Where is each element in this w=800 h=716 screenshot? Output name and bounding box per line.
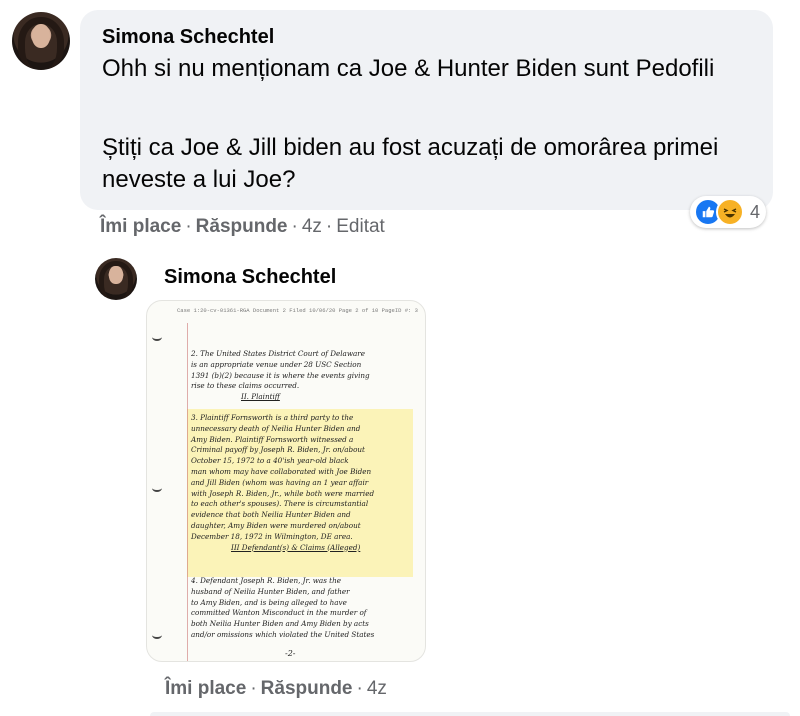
comment-paragraph-2: Știți ca Joe & Jill biden au fost acuzaț… [102,134,719,193]
reply-avatar[interactable] [95,258,137,300]
comment-timestamp[interactable]: 4z [302,216,322,237]
section-heading-defendants: III Defendant(s) & Claims (Alleged) [231,542,361,552]
like-comment-button[interactable]: Îmi place [100,216,181,237]
edited-label: Editat [336,216,385,237]
doc-line: 2. The United States District Court of D… [191,349,365,358]
separator-dot: · [356,678,363,699]
commenter-avatar[interactable] [12,12,70,70]
doc-line: and Jill Biden (whom was having an 1 yea… [191,477,369,487]
doc-line: husband of Neilia Hunter Biden, and fath… [191,586,350,596]
binder-hole [152,484,162,492]
doc-line: October 15, 1972 to a 40'ish year-old bl… [191,456,349,466]
paragraph-2: 2. The United States District Court of D… [191,349,413,403]
separator-dot: · [325,216,333,237]
avatar-face [109,266,123,285]
reply-actions: Îmi place · Răspunde · 4z [165,678,387,700]
separator-dot: · [185,216,192,237]
binder-hole [152,631,162,639]
reaction-count: 4 [750,201,761,222]
doc-line: 1391 (b)(2) because it is where the even… [191,370,370,380]
doc-line: is an appropriate venue under 28 USC Sec… [191,359,362,369]
haha-icon [716,198,744,226]
doc-line: to Amy Biden, and is being alleged to ha… [191,597,347,607]
reply-author-name[interactable]: Simona Schechtel [164,266,336,289]
paragraph-3: 3. Plaintiff Fornsworth is a third party… [191,413,413,553]
doc-line: committed Wanton Misconduct in the murde… [191,608,367,618]
doc-line: unnecessary death of Neilia Hunter Biden… [191,423,361,433]
doc-line: to each other's spouses). There is circu… [191,499,369,509]
reply-reply-button[interactable]: Răspunde [261,678,353,699]
margin-line [187,323,188,661]
doc-line: Criminal payoff by Joseph R. Biden, Jr. … [191,445,365,455]
comment-paragraph-1: Ohh si nu menționam ca Joe & Hunter Bide… [102,55,715,82]
doc-line: daughter, Amy Biden were murdered on/abo… [191,520,361,530]
document-header: Case 1:20-cv-01361-RGA Document 2 Filed … [177,307,418,314]
document-page-number: -2- [285,649,296,658]
avatar-face [31,23,51,48]
reply-image-attachment[interactable]: Case 1:20-cv-01361-RGA Document 2 Filed … [146,300,426,662]
doc-line: with Joseph R. Biden, Jr., while both we… [191,488,375,498]
separator-dot: · [250,678,257,699]
paragraph-4: 4. Defendant Joseph R. Biden, Jr. was th… [191,576,413,641]
next-comment-edge [150,712,790,716]
comment-author-name[interactable]: Simona Schechtel [102,26,274,49]
doc-line: December 18, 1972 in Wilmington, DE area… [191,531,353,541]
doc-line: both Neilia Hunter Biden and Amy Biden b… [191,619,369,629]
doc-line: 3. Plaintiff Fornsworth is a third party… [191,413,354,422]
doc-line: evidence that both Neilia Hunter Biden a… [191,510,351,520]
doc-line: Amy Biden. Plaintiff Fornsworth witnesse… [191,434,354,444]
doc-line: 4. Defendant Joseph R. Biden, Jr. was th… [191,576,341,585]
reply-comment-button[interactable]: Răspunde [196,216,288,237]
doc-line: and/or omissions which violated the Unit… [191,629,375,639]
binder-hole [152,333,162,341]
section-heading-plaintiff: II. Plaintiff [241,392,280,402]
like-reply-button[interactable]: Îmi place [165,678,246,699]
separator-dot: · [291,216,298,237]
reactions-summary[interactable]: 4 [690,196,767,228]
doc-line: rise to these claims occurred. [191,381,300,391]
doc-line: man whom may have collaborated with Joe … [191,466,372,476]
comment-actions: Îmi place · Răspunde · 4z · Editat [100,216,385,238]
reply-timestamp[interactable]: 4z [367,678,387,699]
